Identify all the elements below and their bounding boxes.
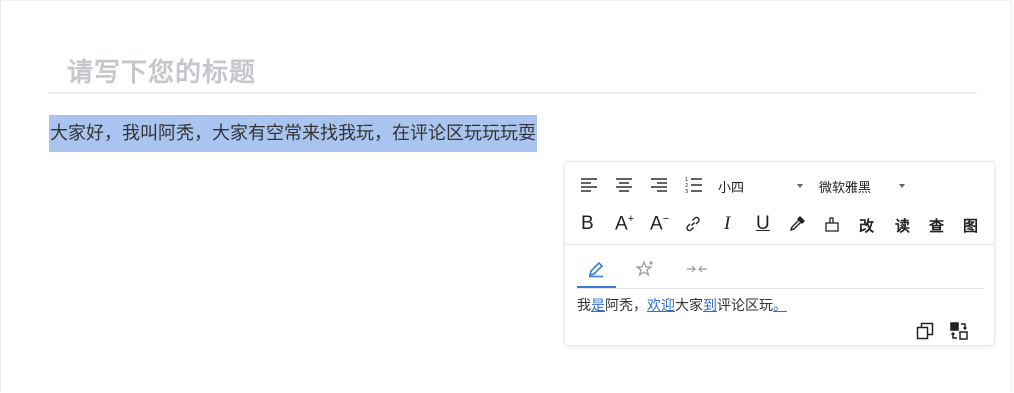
decrease-font-button[interactable]: A− bbox=[650, 213, 669, 235]
tab-edit[interactable] bbox=[587, 260, 605, 282]
suggestion-changed-part: 。 bbox=[773, 298, 787, 314]
font-family-chevron-icon[interactable] bbox=[899, 184, 905, 188]
image-button[interactable]: 图 bbox=[963, 215, 978, 236]
title-input[interactable]: 请写下您的标题 bbox=[67, 52, 256, 89]
condense-arrows-icon bbox=[687, 265, 707, 273]
copy-icon[interactable] bbox=[915, 321, 935, 341]
italic-button[interactable]: I bbox=[724, 213, 730, 235]
svg-text:3: 3 bbox=[685, 189, 688, 194]
title-divider bbox=[49, 92, 977, 94]
font-size-select[interactable]: 小四 bbox=[718, 177, 744, 196]
decrease-font-label: A bbox=[650, 213, 663, 235]
align-left-icon[interactable] bbox=[577, 173, 601, 197]
plus-icon: + bbox=[627, 213, 635, 225]
tab-condense[interactable] bbox=[686, 260, 708, 282]
underline-button[interactable]: U bbox=[756, 213, 770, 235]
suggestion-part: 我 bbox=[577, 298, 591, 314]
suggestion-text[interactable]: 我是阿秃，欢迎大家到评论区玩。 bbox=[577, 296, 787, 316]
increase-font-button[interactable]: A+ bbox=[615, 213, 634, 235]
correct-button[interactable]: 改 bbox=[859, 215, 874, 236]
link-icon[interactable] bbox=[681, 212, 705, 236]
tab-polish[interactable] bbox=[635, 260, 656, 282]
pencil-icon bbox=[588, 261, 604, 278]
align-center-icon[interactable] bbox=[612, 173, 636, 197]
toolbar-row-1: 123 小四 微软雅黑 bbox=[565, 167, 994, 203]
check-button[interactable]: 查 bbox=[929, 215, 944, 236]
format-painter-icon[interactable] bbox=[820, 212, 844, 236]
suggestion-part: 评论区玩 bbox=[717, 298, 773, 314]
sparkle-icon bbox=[635, 260, 653, 277]
suggestion-changed-part: 到 bbox=[703, 298, 717, 314]
floating-format-panel: 123 小四 微软雅黑 B A+ A− I U 改 读 查 图 我是阿秃，欢迎大… bbox=[564, 161, 995, 346]
toolbar-divider bbox=[565, 244, 994, 245]
suggestion-changed-part: 欢迎 bbox=[647, 298, 675, 314]
tab-divider bbox=[577, 288, 984, 289]
read-button[interactable]: 读 bbox=[895, 215, 910, 236]
font-family-select[interactable]: 微软雅黑 bbox=[819, 177, 871, 196]
suggestion-part: 阿秃， bbox=[605, 298, 647, 314]
suggestion-part: 大家 bbox=[675, 298, 703, 314]
font-size-chevron-icon[interactable] bbox=[797, 184, 803, 188]
minus-icon: − bbox=[662, 213, 670, 225]
bold-button[interactable]: B bbox=[581, 213, 594, 235]
increase-font-label: A bbox=[615, 213, 628, 235]
toolbar-row-2: B A+ A− I U 改 读 查 图 bbox=[565, 206, 994, 242]
ordered-list-icon[interactable]: 123 bbox=[682, 173, 706, 197]
align-right-icon[interactable] bbox=[647, 173, 671, 197]
eyedropper-icon[interactable] bbox=[785, 212, 809, 236]
selected-body-text[interactable]: 大家好，我叫阿秃，大家有空常来找我玩，在评论区玩玩玩耍 bbox=[49, 115, 537, 152]
suggestion-changed-part: 是 bbox=[591, 298, 605, 314]
replace-icon[interactable] bbox=[949, 321, 969, 341]
